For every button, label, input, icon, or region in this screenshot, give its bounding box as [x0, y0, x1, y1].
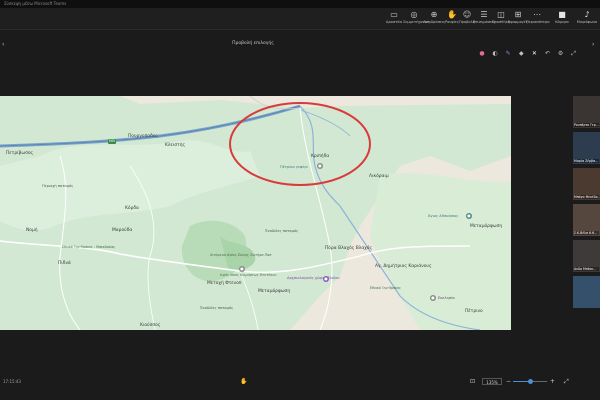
- toolbar-chat-button[interactable]: ▭ Δροστόα: [383, 10, 405, 28]
- share-tools: ● ◐ ✎ ◆ ✕ ↶ ⚙ ⤢: [478, 40, 578, 57]
- map-label: Πόρα Βλαχός Βλαχός: [325, 246, 373, 251]
- meeting-toolbar: ▭ Δροστόα ◎ Συμμετέχοντες ⊕ Αντιδράσεις …: [0, 8, 600, 30]
- map-label: Πέτρινο: [465, 309, 483, 314]
- microphone-button[interactable]: ♪ Μικρόφωνο: [575, 10, 599, 28]
- grid-icon: ⊞: [514, 10, 522, 19]
- map-label: Αρχαιολογικός χώρος Σίνδου: [287, 276, 340, 280]
- map-label: Εκκλησία: [438, 296, 455, 300]
- map-label: Πιδνά: [58, 261, 71, 266]
- map-label: Νομή: [26, 228, 38, 233]
- more-icon: ⋯: [533, 10, 541, 19]
- participant-tile[interactable]: Ρουπέρτο Γερ...: [573, 96, 600, 128]
- map-label: Λικόραιμ: [369, 174, 389, 179]
- map-label: Μεταμόρφωση: [470, 224, 503, 229]
- map-label: Ιερός Ναός Κοιμήσεως Θεοτόκου: [220, 273, 277, 277]
- participant-tile[interactable]: Ανδα Μπέοκ...: [573, 240, 600, 272]
- toolbar-people-button[interactable]: ◎ Συμμετέχοντες: [403, 10, 430, 28]
- react-icon: ⊕: [430, 10, 438, 19]
- erase-icon[interactable]: ✕: [530, 50, 538, 58]
- map-label: Ένοδιδες ποταμός: [265, 229, 299, 233]
- window-title: Σύσκεψη μέσω Microsoft Teams: [4, 1, 67, 6]
- toolbar-more-button[interactable]: ⋯ Περισσότερα: [526, 10, 550, 28]
- participant-tile[interactable]: Μπόγα Μεκέδο...: [573, 168, 600, 200]
- fullscreen-icon[interactable]: ⤢: [564, 378, 569, 385]
- location-pin-icon[interactable]: ●: [317, 163, 323, 169]
- map-label: Πουργοπαδες: [128, 134, 158, 139]
- map-label: Περιοχή ποταμός: [42, 184, 74, 188]
- hand-tool-icon[interactable]: ✋: [240, 378, 248, 386]
- pen-icon[interactable]: ✎: [504, 50, 512, 58]
- map-label: Εθνικό Ξην Θράκης - Μακεδονίας: [62, 245, 116, 249]
- participant-tile[interactable]: Σ.Κ.Βέλα 6.6...: [573, 204, 600, 236]
- map-label: Αγ. Δημήτριος Καριάνους: [375, 264, 432, 269]
- map-label: Πετρίβωσος: [6, 151, 34, 156]
- share-header: Προβολή επιλογής ● ◐ ✎ ◆ ✕ ↶ ⚙ ⤢: [0, 38, 600, 57]
- participant-tile[interactable]: Μαρία Ζέρβα...: [573, 132, 600, 164]
- map-label: Μαρούδα: [112, 228, 133, 233]
- title-bar: Σύσκεψη μέσω Microsoft Teams: [0, 0, 600, 8]
- map-label: Χιτάμενα Αγίας Ζώνης Σωτήρα Παπ: [210, 253, 272, 257]
- chat-icon: ▭: [390, 10, 398, 19]
- zoom-level[interactable]: 135%: [482, 378, 502, 385]
- status-bar: 17:15:43 ✋ ⊡ 135% − + ⤢: [0, 376, 600, 388]
- fit-screen-icon[interactable]: ⊡: [470, 378, 477, 385]
- expand-icon[interactable]: ⤢: [570, 50, 578, 58]
- apps-icon: ◫: [497, 10, 505, 19]
- map-label: Άγιος Αθανάσιος: [428, 214, 459, 218]
- participant-gallery: Ρουπέρτο Γερ... Μαρία Ζέρβα... Μπόγα Μεκ…: [573, 96, 600, 332]
- map-label: Κλειστής: [165, 143, 186, 148]
- notes-icon: ☰: [480, 10, 488, 19]
- location-pin-icon[interactable]: ●: [239, 266, 245, 272]
- zoom-out-icon[interactable]: −: [506, 378, 511, 385]
- map-label: Πέτρινα γεφύρι: [280, 165, 308, 169]
- location-pin-icon[interactable]: ●: [323, 276, 329, 282]
- road-shield: E65: [108, 139, 117, 144]
- participant-tile[interactable]: [573, 276, 600, 308]
- map-label: Ένοδιδες ποταμός: [200, 306, 234, 310]
- app-window: Σύσκεψη μέσω Microsoft Teams ▭ Δροστόα ◎…: [0, 0, 600, 400]
- zoom-slider-knob[interactable]: [527, 379, 533, 384]
- map-label: Μεταμόρφωση: [258, 289, 291, 294]
- annotate-icon[interactable]: ●: [478, 50, 486, 58]
- location-pin-icon[interactable]: ●: [466, 213, 472, 219]
- map-label: Κιούσσος: [140, 323, 161, 328]
- microphone-icon: ♪: [584, 10, 590, 19]
- zoom-in-icon[interactable]: +: [550, 378, 555, 385]
- map-label: Κόρδα: [125, 206, 139, 211]
- share-title: Προβολή επιλογής: [232, 41, 274, 46]
- map-label: Κριπήδα: [311, 154, 330, 159]
- undo-icon[interactable]: ↶: [543, 50, 551, 58]
- shared-map[interactable]: Πετρίβωσος Πουργοπαδες Κλειστής Κριπήδα …: [0, 96, 511, 330]
- settings-icon[interactable]: ⚙: [557, 50, 565, 58]
- view-icon: ☺: [462, 10, 472, 19]
- map-label: Μετοχή Φτενοπ: [207, 281, 242, 286]
- status-time: 17:15:43: [3, 379, 21, 384]
- location-pin-icon[interactable]: ●: [430, 295, 436, 301]
- people-icon: ◎: [410, 10, 418, 19]
- zoom-slider[interactable]: [513, 379, 547, 384]
- camera-button[interactable]: ■ Κάμερα: [550, 10, 574, 28]
- map-label: Εθνικό Ξην Θράκης: [370, 286, 401, 290]
- laser-icon[interactable]: ◐: [491, 50, 499, 58]
- camera-icon: ■: [558, 10, 566, 19]
- highlight-icon[interactable]: ◆: [517, 50, 525, 58]
